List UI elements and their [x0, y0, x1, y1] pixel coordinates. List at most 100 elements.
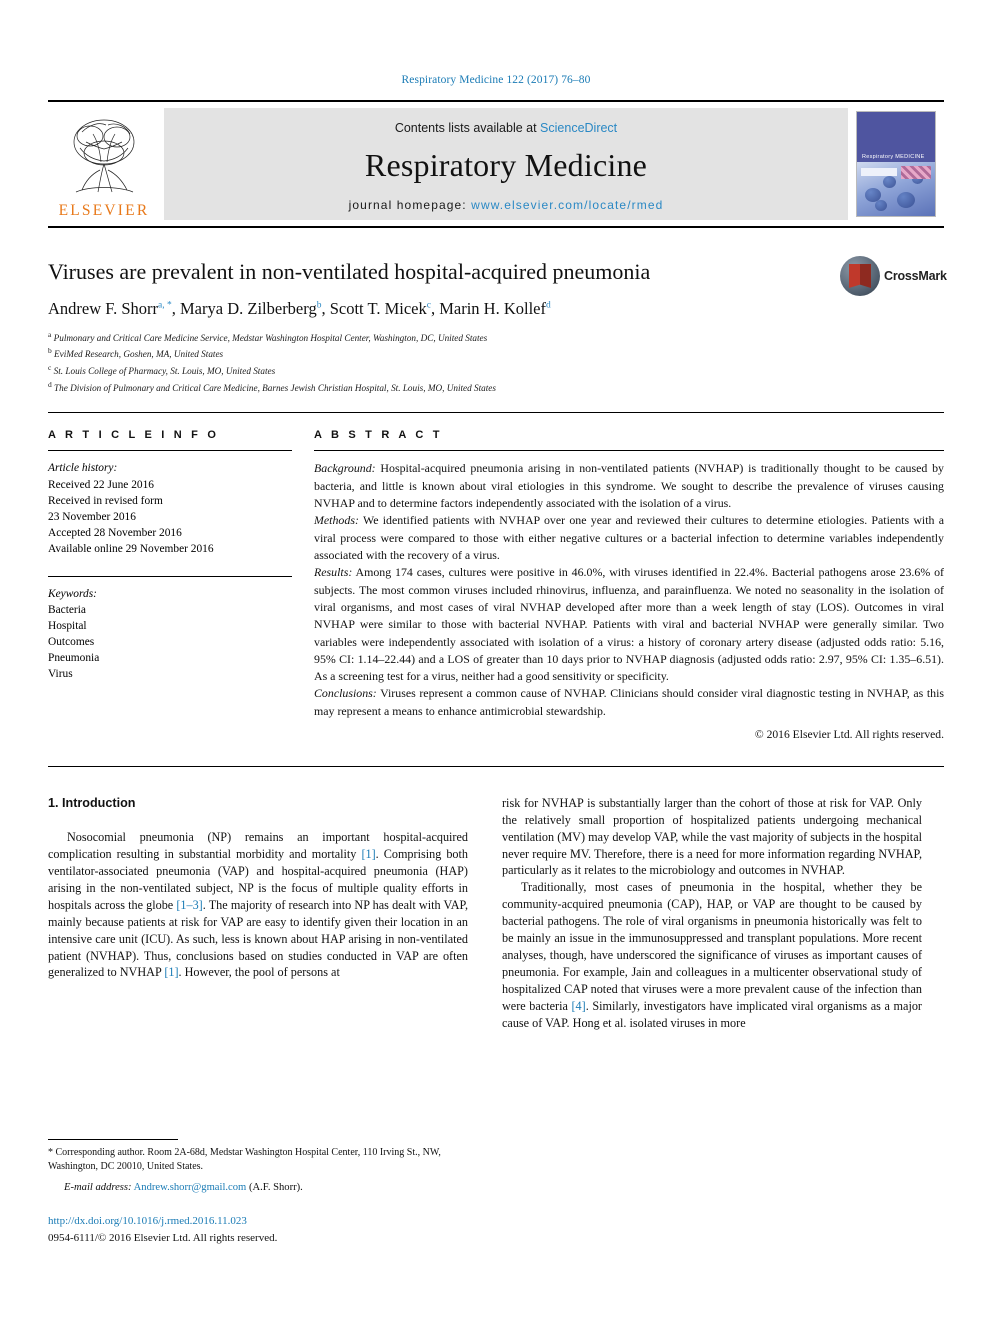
abstract-section-label: Methods:	[314, 513, 359, 528]
affiliation-text: EviMed Research, Goshen, MA, United Stat…	[54, 349, 224, 360]
history-item: Received in revised form	[48, 494, 163, 507]
cover-cell-shape	[897, 191, 915, 208]
citation-link[interactable]: [1–3]	[176, 898, 202, 912]
author-entry: Scott T. Micekc	[330, 299, 431, 318]
body-paragraph: Nosocomial pneumonia (NP) remains an imp…	[48, 830, 468, 980]
keyword-item: Hospital	[48, 619, 87, 632]
keywords-label: Keywords:	[48, 587, 97, 600]
body-paragraph: risk for NVHAP is substantially larger t…	[502, 795, 922, 878]
history-item: Available online 29 November 2016	[48, 543, 214, 556]
abstract-rule	[314, 450, 944, 452]
author-name: Scott T. Micek	[329, 298, 427, 318]
affiliation-mark: d	[48, 380, 52, 390]
running-head: Respiratory Medicine 122 (2017) 76–80	[401, 74, 591, 86]
page-title: Viruses are prevalent in non-ventilated …	[48, 259, 651, 284]
article-history: Article history: Received 22 June 2016 R…	[48, 460, 292, 557]
title-block: CrossMark Viruses are prevalent in non-v…	[48, 256, 947, 397]
cover-cell-shape	[883, 175, 896, 188]
keywords-rule	[48, 575, 292, 577]
article-info-heading: A R T I C L E I N F O	[48, 429, 220, 442]
keyword-item: Virus	[48, 668, 73, 681]
affiliation-item: d The Division of Pulmonary and Critical…	[48, 379, 944, 396]
info-and-abstract: A R T I C L E I N F O Article history: R…	[48, 429, 944, 744]
citation-link[interactable]: [1]	[164, 965, 178, 979]
affiliation-text: Pulmonary and Critical Care Medicine Ser…	[53, 332, 488, 343]
issn-copyright-line: 0954-6111/© 2016 Elsevier Ltd. All right…	[48, 1231, 278, 1244]
affiliation-list: a Pulmonary and Critical Care Medicine S…	[48, 329, 944, 397]
author-separator: ,	[430, 298, 440, 318]
abstract-section-label: Conclusions:	[314, 686, 377, 701]
journal-cover-thumbnail: Respiratory MEDICINE	[848, 102, 944, 226]
article-info-rule	[48, 450, 292, 452]
affiliation-text: St. Louis College of Pharmacy, St. Louis…	[53, 366, 276, 377]
footnote-rule	[48, 1139, 178, 1140]
affiliation-text: The Division of Pulmonary and Critical C…	[54, 383, 496, 394]
body-column-left: 1. Introduction Nosocomial pneumonia (NP…	[48, 795, 468, 1031]
abstract-section: Results: Among 174 cases, cultures were …	[314, 564, 944, 685]
email-label: E-mail address:	[64, 1182, 132, 1194]
doi-block: http://dx.doi.org/10.1016/j.rmed.2016.11…	[48, 1213, 468, 1246]
journal-article-page: Respiratory Medicine 122 (2017) 76–80 EL…	[0, 0, 992, 1323]
divider-above-abstract	[48, 412, 944, 414]
sciencedirect-link[interactable]: ScienceDirect	[540, 121, 617, 135]
author-name: Marin H. Kollef	[439, 298, 546, 318]
corresponding-author-note: * Corresponding author. Room 2A-68d, Med…	[48, 1147, 441, 1173]
author-affiliation-marks[interactable]: d	[546, 300, 551, 310]
body-paragraph: Traditionally, most cases of pneumonia i…	[502, 880, 922, 1030]
abstract-section: Methods: We identified patients with NVH…	[314, 512, 944, 564]
abstract-section-text: Among 174 cases, cultures were positive …	[314, 565, 944, 684]
doi-link[interactable]: http://dx.doi.org/10.1016/j.rmed.2016.11…	[48, 1213, 468, 1230]
abstract-section-text: Viruses represent a common cause of NVHA…	[314, 686, 944, 718]
article-info-column: A R T I C L E I N F O Article history: R…	[48, 429, 292, 744]
body-column-right: risk for NVHAP is substantially larger t…	[502, 795, 922, 1031]
homepage-label: journal homepage:	[348, 197, 472, 212]
section-title-introduction: 1. Introduction	[48, 795, 136, 810]
contents-list-line: Contents lists available at ScienceDirec…	[395, 121, 617, 135]
abstract-section: Background: Hospital-acquired pneumonia …	[314, 460, 944, 512]
abstract-section-text: We identified patients with NVHAP over o…	[314, 513, 944, 562]
cover-swatch	[901, 166, 931, 180]
cover-image: Respiratory MEDICINE	[856, 111, 936, 217]
crossmark-badge[interactable]: CrossMark	[840, 254, 947, 298]
elsevier-wordmark: ELSEVIER	[58, 202, 150, 219]
citation-link[interactable]: [4]	[572, 999, 586, 1013]
author-entry: Andrew F. Shorra, *	[48, 299, 172, 318]
citation-link[interactable]: [1]	[361, 847, 375, 861]
affiliation-mark: b	[48, 346, 52, 356]
email-suffix: (A.F. Shorr).	[246, 1182, 303, 1194]
author-name: Marya D. Zilberberg	[180, 298, 317, 318]
article-history-label: Article history:	[48, 462, 118, 475]
affiliation-item: a Pulmonary and Critical Care Medicine S…	[48, 329, 944, 346]
abstract-copyright: © 2016 Elsevier Ltd. All rights reserved…	[754, 728, 944, 742]
email-note: E-mail address: Andrew.shorr@gmail.com (…	[48, 1180, 468, 1195]
abstract-column: A B S T R A C T Background: Hospital-acq…	[314, 429, 944, 744]
elsevier-logo: ELSEVIER	[48, 102, 160, 226]
affiliation-item: c St. Louis College of Pharmacy, St. Lou…	[48, 362, 944, 379]
email-link[interactable]: Andrew.shorr@gmail.com	[134, 1182, 247, 1193]
abstract-section-label: Results:	[314, 565, 353, 580]
abstract-section-text: Hospital-acquired pneumonia arising in n…	[314, 461, 944, 510]
homepage-url[interactable]: www.elsevier.com/locate/rmed	[471, 198, 663, 212]
history-item: Received 22 June 2016	[48, 478, 154, 491]
journal-banner: Contents lists available at ScienceDirec…	[164, 108, 848, 220]
abstract-section-label: Background:	[314, 461, 376, 476]
journal-masthead: ELSEVIER Contents lists available at Sci…	[48, 100, 944, 228]
author-list: Andrew F. Shorra, *, Marya D. Zilberberg…	[48, 299, 944, 319]
affiliation-mark: c	[48, 363, 52, 373]
keyword-item: Bacteria	[48, 603, 86, 616]
author-entry: Marin H. Kollefd	[439, 299, 551, 318]
abstract-heading: A B S T R A C T	[314, 429, 443, 442]
author-affiliation-marks[interactable]: a, *	[158, 300, 172, 310]
journal-title: Respiratory Medicine	[364, 146, 648, 183]
abstract-section: Conclusions: Viruses represent a common …	[314, 685, 944, 720]
cover-title-text: Respiratory MEDICINE	[862, 153, 925, 160]
contents-prefix: Contents lists available at	[394, 120, 541, 135]
keywords-group: Keywords: Bacteria Hospital Outcomes Pne…	[48, 586, 292, 683]
elsevier-tree-icon	[73, 119, 135, 193]
cover-url-bar	[861, 167, 897, 176]
author-separator: ,	[171, 298, 181, 318]
affiliation-item: b EviMed Research, Goshen, MA, United St…	[48, 345, 944, 362]
author-separator: ,	[321, 298, 330, 318]
history-item: Accepted 28 November 2016	[48, 527, 182, 540]
article-body: 1. Introduction Nosocomial pneumonia (NP…	[48, 795, 944, 1031]
